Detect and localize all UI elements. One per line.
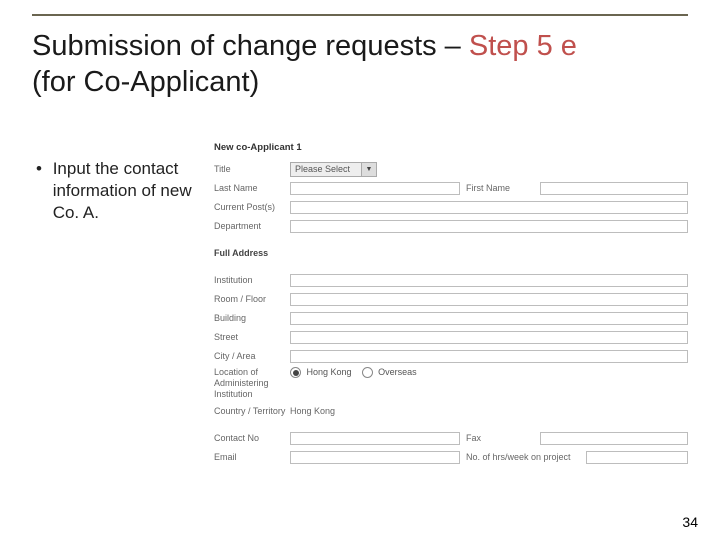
title-underline — [32, 14, 688, 16]
label-full-address: Full Address — [214, 248, 290, 258]
contact-no-input[interactable] — [290, 432, 460, 445]
label-current-post: Current Post(s) — [214, 202, 290, 212]
label-building: Building — [214, 313, 290, 323]
label-street: Street — [214, 332, 290, 342]
department-input[interactable] — [290, 220, 688, 233]
radio-overseas-label: Overseas — [378, 367, 417, 377]
building-input[interactable] — [290, 312, 688, 325]
room-floor-input[interactable] — [290, 293, 688, 306]
title-select[interactable]: Please Select ▼ — [290, 162, 377, 177]
label-fax: Fax — [460, 433, 540, 443]
radio-hong-kong[interactable] — [290, 367, 301, 378]
last-name-input[interactable] — [290, 182, 460, 195]
hrs-week-input[interactable] — [586, 451, 688, 464]
slide-title: Submission of change requests – Step 5 e… — [32, 28, 688, 100]
label-email: Email — [214, 452, 290, 462]
city-area-input[interactable] — [290, 350, 688, 363]
page-number: 34 — [682, 514, 698, 530]
label-department: Department — [214, 221, 290, 231]
label-contact-no: Contact No — [214, 433, 290, 443]
bullet-item: • Input the contact information of new C… — [36, 158, 196, 224]
first-name-input[interactable] — [540, 182, 688, 195]
street-input[interactable] — [290, 331, 688, 344]
title-select-value: Please Select — [291, 164, 361, 174]
label-city-area: City / Area — [214, 351, 290, 361]
title-main: Submission of change requests – — [32, 30, 469, 62]
current-post-input[interactable] — [290, 201, 688, 214]
fax-input[interactable] — [540, 432, 688, 445]
bullet-text: Input the contact information of new Co.… — [53, 158, 193, 224]
bullet-dot: • — [36, 158, 42, 180]
location-radio-group: Hong Kong Overseas — [290, 367, 417, 378]
form-section-header: New co-Applicant 1 — [214, 142, 688, 153]
institution-input[interactable] — [290, 274, 688, 287]
label-room-floor: Room / Floor — [214, 294, 290, 304]
chevron-down-icon: ▼ — [361, 163, 376, 176]
label-first-name: First Name — [460, 183, 540, 193]
country-value: Hong Kong — [290, 406, 335, 416]
email-input[interactable] — [290, 451, 460, 464]
radio-hong-kong-label: Hong Kong — [307, 367, 352, 377]
label-title: Title — [214, 164, 290, 174]
title-step: Step 5 e — [469, 30, 577, 62]
label-institution: Institution — [214, 275, 290, 285]
label-country: Country / Territory — [214, 406, 290, 416]
label-hrs-week: No. of hrs/week on project — [460, 452, 586, 462]
form-screenshot: New co-Applicant 1 Title Please Select ▼… — [214, 142, 688, 462]
label-last-name: Last Name — [214, 183, 290, 193]
radio-overseas[interactable] — [362, 367, 373, 378]
label-location: Location of Administering Institution — [214, 367, 290, 400]
title-subline: (for Co-Applicant) — [32, 66, 259, 98]
